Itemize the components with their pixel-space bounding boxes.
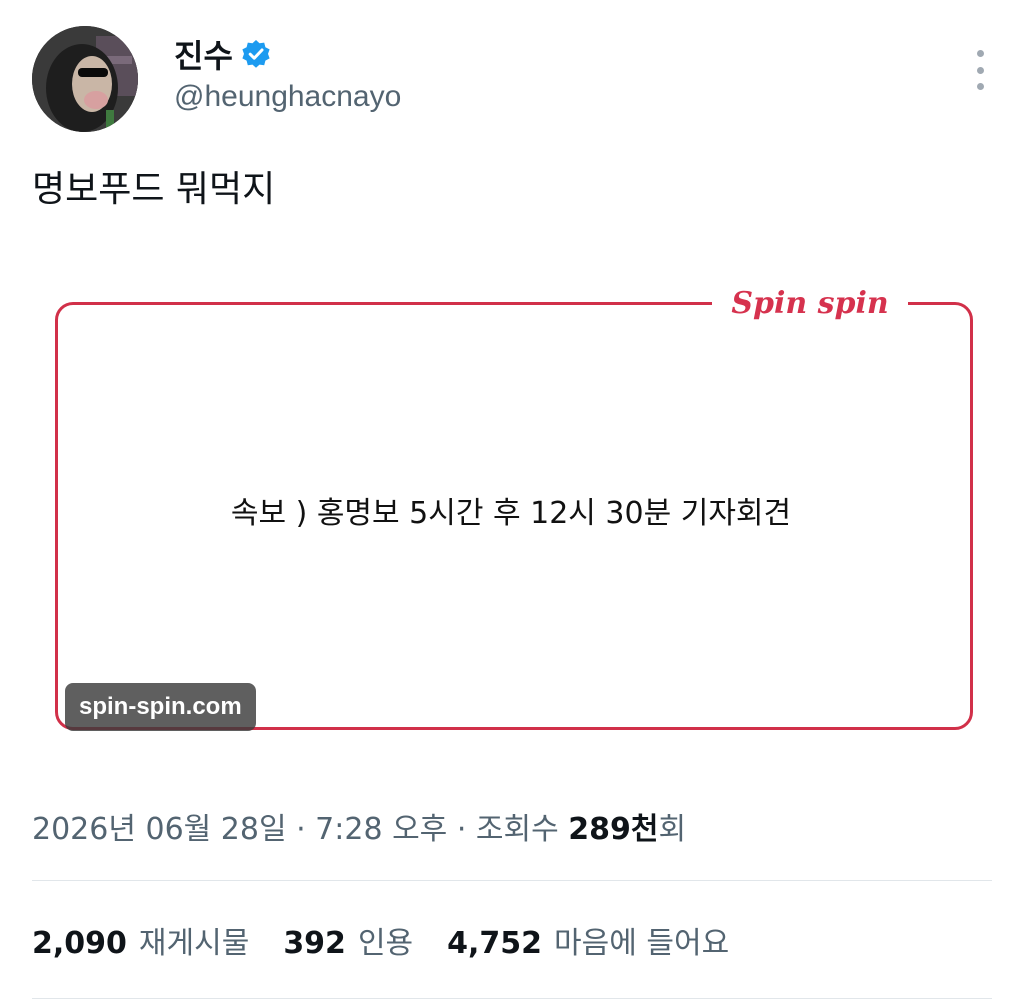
likes-stat[interactable]: 4,752 마음에 들어요 — [447, 918, 729, 962]
likes-count: 4,752 — [447, 926, 543, 961]
tweet-datetime[interactable]: 2026년 06월 28일 · 7:28 오후 · 조회수 — [32, 812, 568, 847]
verified-badge-icon — [241, 39, 271, 69]
retweets-count: 2,090 — [32, 926, 127, 961]
user-handle[interactable]: @heunghacnayo — [174, 80, 401, 114]
divider-bottom — [32, 998, 992, 999]
name-row: 진수 — [174, 31, 271, 77]
tweet-text: 명보푸드 뭐먹지 — [32, 169, 276, 210]
quotes-count: 392 — [283, 926, 346, 961]
watermark-label: spin-spin.com — [65, 683, 256, 731]
retweets-stat[interactable]: 2,090 재게시물 — [32, 918, 249, 962]
retweets-label: 재게시물 — [138, 926, 250, 961]
quotes-label: 인용 — [357, 926, 414, 961]
views-count: 289천 — [568, 812, 659, 847]
tweet-header: 진수 @heunghacnayo — [32, 26, 992, 136]
tweet-stats: 2,090 재게시물 392 인용 4,752 마음에 들어요 — [32, 918, 763, 962]
avatar-image — [32, 26, 138, 132]
divider-top — [32, 880, 992, 881]
more-vertical-icon[interactable] — [972, 50, 988, 90]
tweet-media[interactable]: Spin spin 속보 ) 홍명보 5시간 후 12시 30분 기자회견 sp… — [32, 258, 990, 764]
avatar[interactable] — [32, 26, 138, 132]
views-suffix: 회 — [658, 812, 687, 847]
quotes-stat[interactable]: 392 인용 — [283, 918, 413, 962]
tweet-meta: 2026년 06월 28일 · 7:28 오후 · 조회수 289천회 — [32, 804, 686, 848]
media-headline: 속보 ) 홍명보 5시간 후 12시 30분 기자회견 — [230, 496, 792, 531]
display-name[interactable]: 진수 — [174, 31, 233, 77]
brand-logo: Spin spin — [712, 278, 908, 328]
likes-label: 마음에 들어요 — [554, 926, 730, 961]
